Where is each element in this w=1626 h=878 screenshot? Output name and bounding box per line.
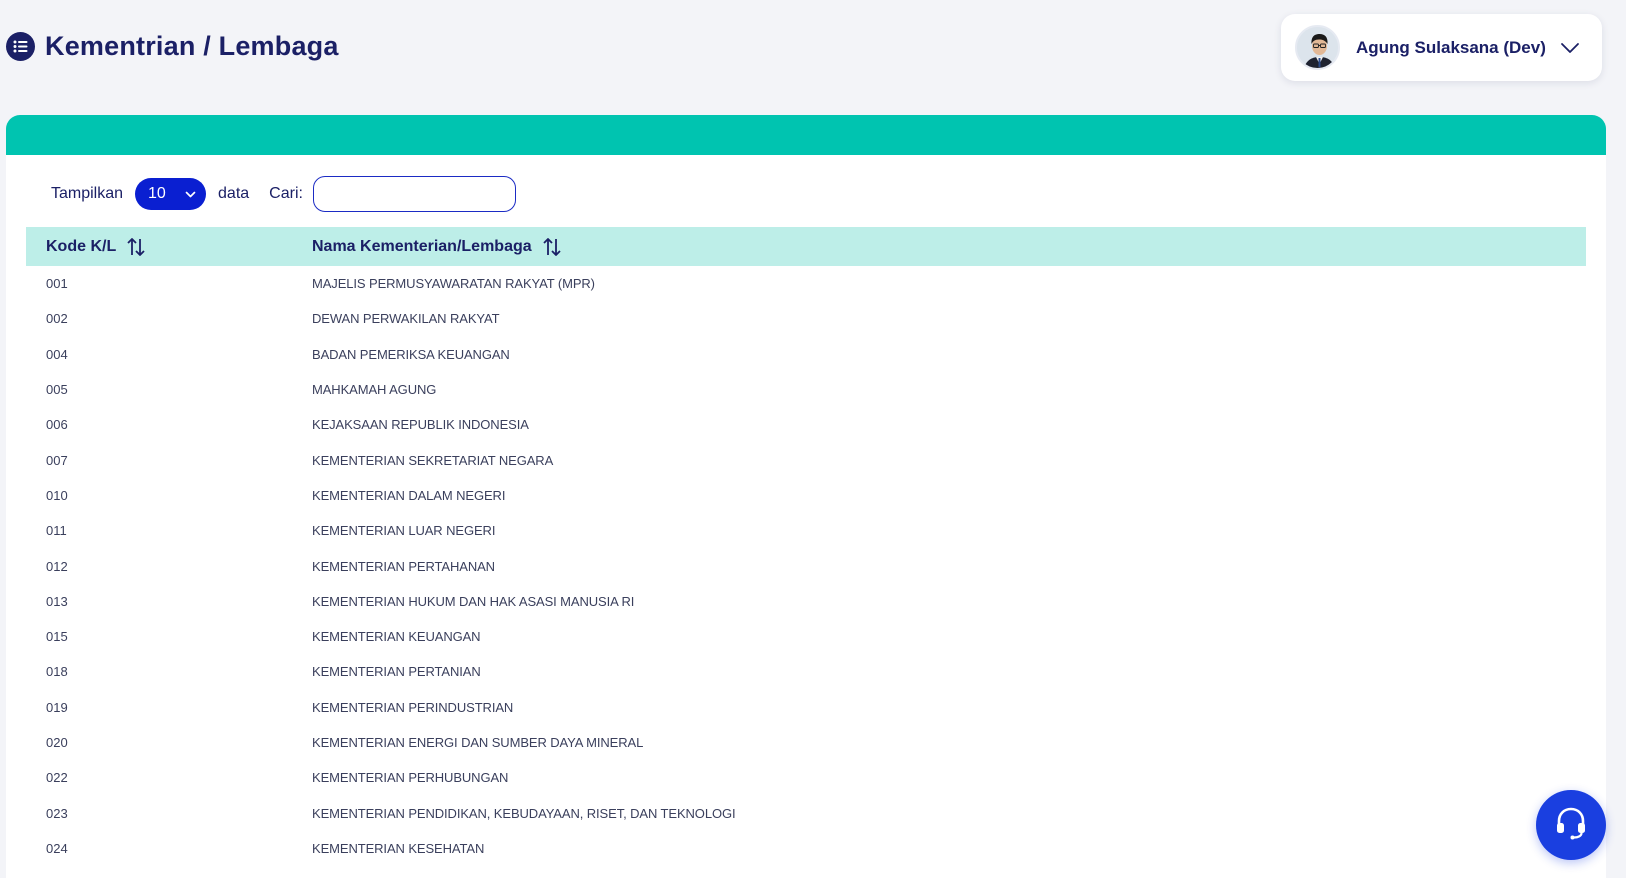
user-menu[interactable]: Agung Sulaksana (Dev)	[1281, 14, 1602, 81]
cell-name: DEWAN PERWAKILAN RAKYAT	[312, 311, 500, 327]
cell-code: 013	[46, 593, 68, 609]
user-avatar	[1295, 25, 1340, 70]
page-header: Kementrian / Lembaga Agung Sulaksana (De…	[0, 0, 1626, 100]
cell-name: KEMENTERIAN PERHUBUNGAN	[312, 770, 509, 786]
cell-code: 011	[46, 523, 67, 539]
sort-icon	[126, 237, 146, 257]
cell-name: KEMENTERIAN KEUANGAN	[312, 629, 481, 645]
cell-code: 022	[46, 770, 68, 786]
cell-name: MAHKAMAH AGUNG	[312, 382, 437, 398]
cell-name: MAJELIS PERMUSYAWARATAN RAKYAT (MPR)	[312, 276, 595, 292]
table-row[interactable]: 023 KEMENTERIAN PENDIDIKAN, KEBUDAYAAN, R…	[26, 795, 1586, 830]
cell-name: KEMENTERIAN KESEHATAN	[312, 840, 485, 856]
cell-code: 023	[46, 805, 68, 821]
cell-code: 005	[46, 382, 68, 398]
table-row[interactable]: 010 KEMENTERIAN DALAM NEGERI	[26, 478, 1586, 513]
page-length-value: 10	[148, 185, 166, 202]
table-row[interactable]: 006 KEJAKSAAN REPUBLIK INDONESIA	[26, 407, 1586, 442]
cell-code: 007	[46, 452, 68, 468]
cell-name: BADAN PEMERIKSA KEUANGAN	[312, 346, 510, 362]
cell-name: KEMENTERIAN HUKUM DAN HAK ASASI MANUSIA …	[312, 593, 635, 609]
table-row[interactable]: 019 KEMENTERIAN PERINDUSTRIAN	[26, 690, 1586, 725]
page-title-group: Kementrian / Lembaga	[6, 31, 339, 62]
table-row[interactable]: 007 KEMENTERIAN SEKRETARIAT NEGARA	[26, 442, 1586, 477]
column-header-label: Kode K/L	[46, 237, 117, 255]
page-length-select[interactable]: 10	[135, 178, 207, 210]
cell-code: 018	[46, 664, 68, 680]
page-length-suffix: data	[218, 185, 250, 202]
table-row[interactable]: 015 KEMENTERIAN KEUANGAN	[26, 619, 1586, 654]
table-row[interactable]: 011 KEMENTERIAN LUAR NEGERI	[26, 513, 1586, 548]
headset-support-icon	[1552, 804, 1590, 847]
help-support-button[interactable]	[1536, 790, 1606, 860]
cell-name: KEMENTERIAN PERTAHANAN	[312, 558, 495, 574]
cell-code: 001	[46, 276, 68, 292]
search-label: Cari:	[269, 185, 303, 202]
chevron-down-icon	[185, 185, 196, 203]
cell-code: 019	[46, 699, 68, 715]
table-row[interactable]: 012 KEMENTERIAN PERTAHANAN	[26, 548, 1586, 583]
column-header-label: Nama Kementerian/Lembaga	[312, 237, 532, 255]
cell-name: KEMENTERIAN PENDIDIKAN, KEBUDAYAAN, RISE…	[312, 805, 736, 821]
cell-name: KEJAKSAAN REPUBLIK INDONESIA	[312, 417, 529, 433]
search-input[interactable]	[312, 176, 516, 212]
cell-code: 015	[46, 629, 68, 645]
cell-name: KEMENTERIAN DALAM NEGERI	[312, 487, 506, 503]
table-row[interactable]: 002 DEWAN PERWAKILAN RAKYAT	[26, 301, 1586, 336]
table-row[interactable]: 018 KEMENTERIAN PERTANIAN	[26, 654, 1586, 689]
table-row[interactable]: 013 KEMENTERIAN HUKUM DAN HAK ASASI MANUS…	[26, 584, 1586, 619]
table-row[interactable]: 022 KEMENTERIAN PERHUBUNGAN	[26, 760, 1586, 795]
agency-table: Kode K/L Nama Kementerian/Lembaga 001 MA…	[26, 227, 1586, 866]
cell-code: 004	[46, 346, 68, 362]
column-header-name[interactable]: Nama Kementerian/Lembaga	[312, 237, 562, 257]
list-icon	[6, 32, 35, 61]
cell-name: KEMENTERIAN PERTANIAN	[312, 664, 481, 680]
cell-code: 024	[46, 840, 68, 856]
sort-icon	[542, 237, 562, 257]
page-title: Kementrian / Lembaga	[45, 31, 339, 61]
page-length-label: Tampilkan	[51, 185, 124, 202]
table-row[interactable]: 004 BADAN PEMERIKSA KEUANGAN	[26, 337, 1586, 372]
cell-name: KEMENTERIAN PERINDUSTRIAN	[312, 699, 514, 715]
cell-name: KEMENTERIAN ENERGI DAN SUMBER DAYA MINER…	[312, 735, 644, 750]
cell-code: 012	[46, 558, 68, 574]
cell-name: KEMENTERIAN LUAR NEGERI	[312, 523, 496, 539]
cell-code: 020	[46, 735, 68, 750]
table-body: 001 MAJELIS PERMUSYAWARATAN RAKYAT (MPR) …	[26, 266, 1586, 866]
column-header-code[interactable]: Kode K/L	[26, 237, 312, 257]
table-row[interactable]: 024 KEMENTERIAN KESEHATAN	[26, 831, 1586, 866]
cell-name: KEMENTERIAN SEKRETARIAT NEGARA	[312, 452, 554, 468]
table-header: Kode K/L Nama Kementerian/Lembaga	[26, 227, 1586, 266]
cell-code: 006	[46, 417, 68, 433]
table-row[interactable]: 005 MAHKAMAH AGUNG	[26, 372, 1586, 407]
cell-code: 010	[46, 487, 68, 503]
user-name: Agung Sulaksana (Dev)	[1356, 37, 1546, 57]
cell-code: 002	[46, 311, 68, 327]
content-card: Tampilkan 10 data Cari: Kode K/L Nama Ke…	[6, 115, 1606, 878]
table-row[interactable]: 020 KEMENTERIAN ENERGI DAN SUMBER DAYA MI…	[26, 725, 1586, 760]
table-controls: Tampilkan 10 data Cari:	[51, 176, 516, 212]
chevron-down-icon[interactable]	[1560, 42, 1580, 54]
card-header-band	[6, 115, 1606, 155]
table-row[interactable]: 001 MAJELIS PERMUSYAWARATAN RAKYAT (MPR)	[26, 266, 1586, 301]
